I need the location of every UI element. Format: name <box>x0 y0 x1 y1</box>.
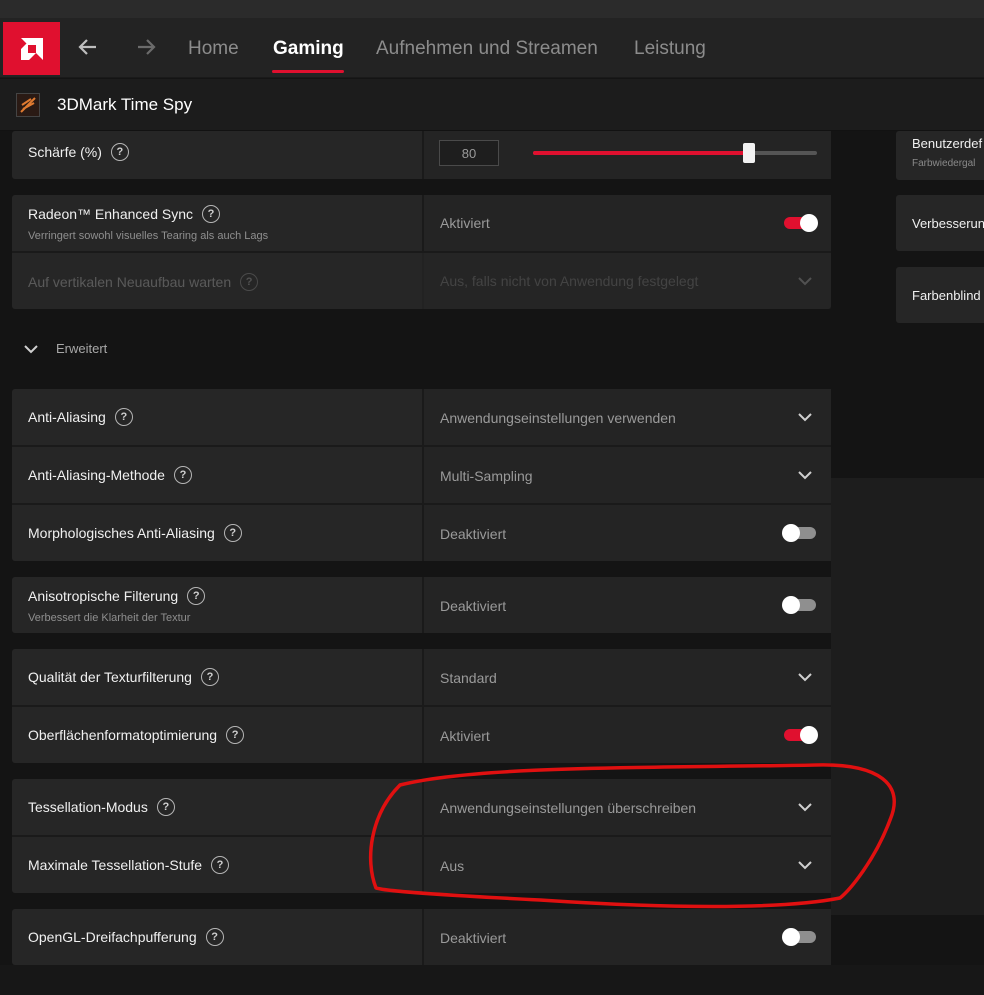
anisotropic-toggle[interactable] <box>782 596 816 614</box>
surface-format-toggle[interactable] <box>784 726 818 744</box>
expander-label: Erweitert <box>56 341 108 356</box>
texture-card: Qualität der Texturfilterung ? Standard … <box>12 649 831 763</box>
active-tab-indicator <box>272 70 344 73</box>
setting-label: Morphologisches Anti-Aliasing <box>28 525 215 541</box>
setting-row-sharpness: Schärfe (%) ? 80 <box>12 131 831 179</box>
setting-value: Multi-Sampling <box>440 468 533 484</box>
setting-row-vsync: Auf vertikalen Neuaufbau warten ? Aus, f… <box>12 253 831 309</box>
setting-row-surface-format: Oberflächenformatoptimierung ? Aktiviert <box>12 707 831 763</box>
sharpness-card: Schärfe (%) ? 80 <box>12 131 831 179</box>
setting-description: Verbessert die Klarheit der Textur <box>28 612 191 624</box>
amd-logo[interactable] <box>3 22 60 75</box>
game-title: 3DMark Time Spy <box>57 95 193 114</box>
sharpness-slider[interactable] <box>533 143 817 163</box>
setting-value: Aus, falls nicht von Anwendung festgeleg… <box>440 273 699 289</box>
anti-aliasing-card: Anti-Aliasing ? Anwendungseinstellungen … <box>12 389 831 561</box>
tab-record-stream[interactable]: Aufnehmen und Streamen <box>376 38 598 60</box>
setting-row-morphological-aa: Morphologisches Anti-Aliasing ? Deaktivi… <box>12 505 831 561</box>
setting-row-opengl-triple-buffering: OpenGL-Dreifachpufferung ? Deaktiviert <box>12 909 831 965</box>
setting-value: Aus <box>440 858 465 874</box>
setting-value: Anwendungseinstellungen verwenden <box>440 410 676 426</box>
sync-card: Radeon™ Enhanced Sync ? Verringert sowoh… <box>12 195 831 309</box>
chevron-down-icon[interactable] <box>797 857 813 873</box>
opengl-card: OpenGL-Dreifachpufferung ? Deaktiviert <box>12 909 831 965</box>
chevron-down-icon[interactable] <box>797 409 813 425</box>
setting-label: Anisotropische Filterung <box>28 588 179 604</box>
right-panel-card-colorblind[interactable]: Farbenblind <box>896 267 984 323</box>
setting-value: Aktiviert <box>440 215 490 231</box>
setting-label: Anti-Aliasing-Methode <box>28 467 165 483</box>
amd-logo-icon <box>20 37 43 60</box>
help-icon[interactable]: ? <box>200 668 219 686</box>
opengl-triple-buffering-toggle[interactable] <box>782 928 816 946</box>
help-icon[interactable]: ? <box>211 856 230 874</box>
help-icon: ? <box>240 273 259 291</box>
setting-value: Deaktiviert <box>440 930 507 946</box>
chevron-down-icon[interactable] <box>797 467 813 483</box>
sharpness-slider-thumb[interactable] <box>742 143 755 163</box>
help-icon[interactable]: ? <box>110 143 129 161</box>
setting-label: Tessellation-Modus <box>28 799 148 815</box>
sharpness-slider-fill <box>533 151 749 155</box>
chevron-down-icon <box>24 344 38 353</box>
setting-row-tessellation-level[interactable]: Maximale Tessellation-Stufe ? Aus <box>12 837 831 893</box>
help-icon[interactable]: ? <box>205 928 224 946</box>
background-panel <box>0 965 984 995</box>
setting-row-anisotropic: Anisotropische Filterung ? Verbessert di… <box>12 577 831 633</box>
right-panel-card-enhance[interactable]: Verbesserun <box>896 195 984 251</box>
tab-performance[interactable]: Leistung <box>634 38 706 60</box>
help-icon[interactable]: ? <box>202 205 220 223</box>
chevron-down-icon[interactable] <box>797 799 813 815</box>
setting-label: Qualität der Texturfilterung <box>28 669 192 685</box>
chevron-down-icon <box>798 277 812 286</box>
setting-value: Deaktiviert <box>440 598 507 614</box>
setting-label: Oberflächenformatoptimierung <box>28 727 218 743</box>
game-thumbnail-icon <box>16 93 40 117</box>
right-card-subtitle: Farbwiedergal <box>912 158 976 169</box>
right-panel-card-custom[interactable]: Benutzerdef Farbwiedergal <box>896 131 984 180</box>
help-icon[interactable]: ? <box>114 408 133 426</box>
chevron-down-icon[interactable] <box>797 669 813 685</box>
advanced-expander[interactable]: Erweitert <box>24 341 107 356</box>
right-card-title: Benutzerdef <box>912 136 983 151</box>
setting-label: Radeon™ Enhanced Sync <box>28 206 193 222</box>
setting-row-tessellation-mode[interactable]: Tessellation-Modus ? Anwendungseinstellu… <box>12 779 831 835</box>
setting-label: Schärfe (%) <box>28 144 102 160</box>
help-icon[interactable]: ? <box>173 466 192 484</box>
anisotropic-card: Anisotropische Filterung ? Verbessert di… <box>12 577 831 633</box>
tessellation-card: Tessellation-Modus ? Anwendungseinstellu… <box>12 779 831 893</box>
help-icon[interactable]: ? <box>156 798 175 816</box>
game-header: 3DMark Time Spy <box>0 79 984 131</box>
setting-value: Standard <box>440 670 497 686</box>
background-panel <box>831 478 984 915</box>
help-icon[interactable]: ? <box>223 524 242 542</box>
setting-label: Auf vertikalen Neuaufbau warten <box>28 274 232 290</box>
setting-label: Maximale Tessellation-Stufe <box>28 857 203 873</box>
forward-arrow-icon[interactable] <box>131 32 161 62</box>
setting-row-anti-aliasing[interactable]: Anti-Aliasing ? Anwendungseinstellungen … <box>12 389 831 445</box>
help-icon[interactable]: ? <box>226 726 245 744</box>
right-card-title: Verbesserun <box>912 216 984 231</box>
back-arrow-icon[interactable] <box>73 32 103 62</box>
setting-row-aa-method[interactable]: Anti-Aliasing-Methode ? Multi-Sampling <box>12 447 831 503</box>
setting-row-enhanced-sync: Radeon™ Enhanced Sync ? Verringert sowoh… <box>12 195 831 251</box>
setting-value: Anwendungseinstellungen überschreiben <box>440 800 697 816</box>
sharpness-value-input[interactable]: 80 <box>439 140 499 166</box>
setting-label: OpenGL-Dreifachpufferung <box>28 929 197 945</box>
morphological-aa-toggle[interactable] <box>782 524 816 542</box>
right-card-title: Farbenblind <box>912 288 981 303</box>
setting-label: Anti-Aliasing <box>28 409 106 425</box>
top-navigation: Home Gaming Aufnehmen und Streamen Leist… <box>0 18 984 78</box>
help-icon[interactable]: ? <box>187 587 206 605</box>
title-strip <box>0 0 984 18</box>
setting-description: Verringert sowohl visuelles Tearing als … <box>28 230 269 242</box>
enhanced-sync-toggle[interactable] <box>784 214 818 232</box>
setting-row-texture-quality[interactable]: Qualität der Texturfilterung ? Standard <box>12 649 831 705</box>
setting-value: Deaktiviert <box>440 526 507 542</box>
tab-gaming[interactable]: Gaming <box>273 38 344 60</box>
setting-value: Aktiviert <box>440 728 490 744</box>
tab-home[interactable]: Home <box>188 38 239 60</box>
